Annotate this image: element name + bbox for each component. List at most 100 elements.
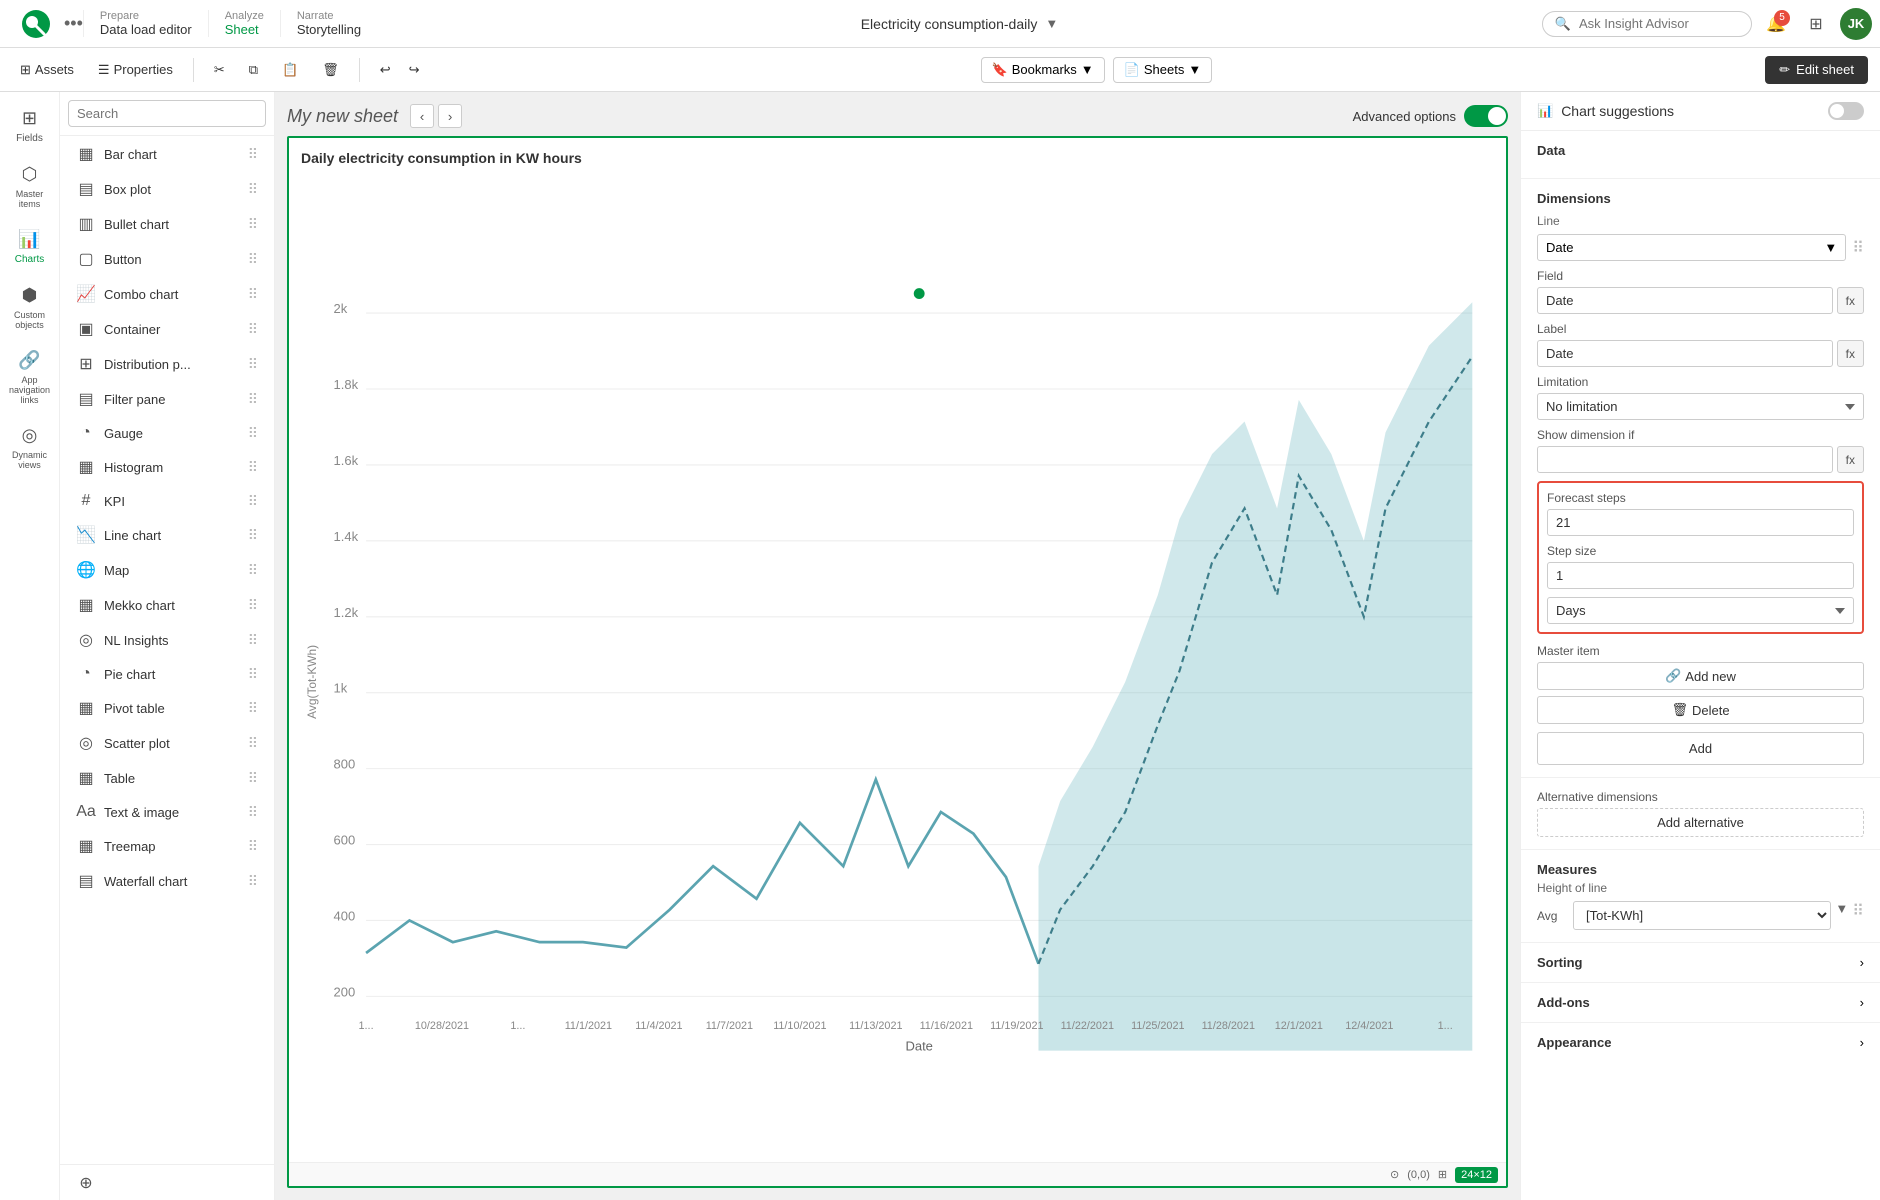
drag-handle-icon[interactable]: ⠿ [248,321,258,338]
chart-item-mekko-chart[interactable]: ▦ Mekko chart ⠿ [64,588,270,622]
chart-item-scatter-plot[interactable]: ◎ Scatter plot ⠿ [64,726,270,760]
bookmarks-button[interactable]: 🔖 Bookmarks ▼ [981,57,1105,83]
drag-handle-icon[interactable]: ⠿ [248,700,258,717]
next-sheet-button[interactable]: › [438,104,462,128]
drag-handle-icon[interactable]: ⠿ [248,632,258,649]
drag-handle-icon[interactable]: ⠿ [248,527,258,544]
chart-item-button[interactable]: ▢ Button ⠿ [64,242,270,276]
drag-handle-icon[interactable]: ⠿ [248,425,258,442]
app-title-dropdown-icon[interactable]: ▼ [1045,16,1058,31]
sidebar-item-charts[interactable]: 📊 Charts [4,221,56,273]
qlik-logo[interactable] [8,8,64,40]
chart-item-line-chart[interactable]: 📉 Line chart ⠿ [64,518,270,552]
drag-handle-icon[interactable]: ⠿ [248,597,258,614]
drag-handle-icon[interactable]: ⠿ [248,391,258,408]
drag-handle-icon[interactable]: ⠿ [248,770,258,787]
sidebar-item-dynamic-views[interactable]: ◎ Dynamic views [4,417,56,478]
charts-search-input[interactable] [68,100,266,127]
add-alternative-button[interactable]: Add alternative [1537,808,1864,837]
field-fx-button[interactable]: fx [1837,287,1864,314]
chart-item-filter-pane[interactable]: ▤ Filter pane ⠿ [64,382,270,416]
previous-sheet-button[interactable]: ‹ [410,104,434,128]
user-avatar[interactable]: JK [1840,8,1872,40]
delete-button[interactable]: 🗑 [314,58,347,82]
chart-item-waterfall-chart[interactable]: ▤ Waterfall chart ⠿ [64,864,270,898]
chart-item-kpi[interactable]: # KPI ⠿ [64,485,270,517]
measure-field-select[interactable]: [Tot-KWh] [1573,901,1831,930]
show-dimension-fx-button[interactable]: fx [1837,446,1864,473]
dimension-dropdown[interactable]: Date ▼ [1537,234,1846,261]
sheets-button[interactable]: 📄 Sheets ▼ [1113,57,1213,83]
measure-drag-handle[interactable]: ⠿ [1852,901,1864,930]
sidebar-item-custom-objects[interactable]: ⬢ Custom objects [4,277,56,338]
drag-handle-icon[interactable]: ⠿ [248,666,258,683]
add-sheet-icon[interactable]: ⊕ [72,1169,100,1197]
chart-item-pivot-table[interactable]: ▦ Pivot table ⠿ [64,691,270,725]
label-input[interactable] [1537,340,1833,367]
more-options-icon[interactable]: ••• [64,13,83,34]
sorting-collapsible[interactable]: Sorting › [1537,955,1864,970]
cut-button[interactable]: ✂ [206,58,233,82]
drag-handle-icon[interactable]: ⠿ [248,286,258,303]
drag-handle-icon[interactable]: ⠿ [248,873,258,890]
chart-item-nl-insights[interactable]: ◎ NL Insights ⠿ [64,623,270,657]
drag-handle-icon[interactable]: ⠿ [248,251,258,268]
paste-button[interactable]: 📋 [274,58,306,82]
chart-item-box-plot[interactable]: ▤ Box plot ⠿ [64,172,270,206]
nav-narrate[interactable]: Narrate Storytelling [280,10,377,37]
chart-suggestions-toggle[interactable] [1828,102,1864,120]
chart-item-bullet-chart[interactable]: ▥ Bullet chart ⠿ [64,207,270,241]
add-new-master-item-button[interactable]: 🔗 Add new [1537,662,1864,690]
dimension-drag-handle[interactable]: ⠿ [1852,238,1864,258]
advanced-options-toggle[interactable] [1464,105,1508,127]
chart-item-bar-chart[interactable]: ▦ Bar chart ⠿ [64,137,270,171]
chart-item-table[interactable]: ▦ Table ⠿ [64,761,270,795]
addons-collapsible[interactable]: Add-ons › [1537,995,1864,1010]
insight-advisor-input[interactable] [1579,16,1739,31]
show-dimension-input[interactable] [1537,446,1833,473]
nav-prepare[interactable]: Prepare Data load editor [83,10,208,37]
label-fx-button[interactable]: fx [1837,340,1864,367]
copy-button[interactable]: ⧉ [241,58,266,82]
sidebar-item-fields[interactable]: ⊞ Fields [4,100,56,152]
chart-item-gauge[interactable]: ◔ Gauge ⠿ [64,417,270,449]
fields-icon: ⊞ [22,108,37,129]
step-size-input[interactable] [1547,562,1854,589]
sidebar-item-master-items[interactable]: ⬡ Master items [4,156,56,217]
chart-item-treemap[interactable]: ▦ Treemap ⠿ [64,829,270,863]
drag-handle-icon[interactable]: ⠿ [248,459,258,476]
drag-handle-icon[interactable]: ⠿ [248,216,258,233]
grid-menu-button[interactable]: ⊞ [1800,8,1832,40]
chart-item-container[interactable]: ▣ Container ⠿ [64,312,270,346]
drag-handle-icon[interactable]: ⠿ [248,735,258,752]
drag-handle-icon[interactable]: ⠿ [248,804,258,821]
drag-handle-icon[interactable]: ⠿ [248,493,258,510]
redo-button[interactable]: ↪ [401,58,428,82]
undo-button[interactable]: ↩ [372,58,399,82]
field-input[interactable] [1537,287,1833,314]
chart-item-distribution-plot[interactable]: ⊞ Distribution p... ⠿ [64,347,270,381]
days-select[interactable]: Days [1547,597,1854,624]
assets-button[interactable]: ⊞ Assets [12,58,82,82]
drag-handle-icon[interactable]: ⠿ [248,838,258,855]
forecast-steps-input[interactable] [1547,509,1854,536]
add-dimension-button[interactable]: Add [1537,732,1864,765]
chart-item-map[interactable]: 🌐 Map ⠿ [64,553,270,587]
notifications-button[interactable]: 🔔 5 [1760,8,1792,40]
properties-button[interactable]: ☰ Properties [90,58,181,82]
appearance-collapsible[interactable]: Appearance › [1537,1035,1864,1050]
chart-item-histogram[interactable]: ▦ Histogram ⠿ [64,450,270,484]
chart-item-text-image[interactable]: Aa Text & image ⠿ [64,796,270,828]
sidebar-item-app-navigation[interactable]: 🔗 App navigation links [4,342,56,413]
edit-sheet-button[interactable]: ✏ Edit sheet [1765,56,1868,84]
chart-item-pie-chart[interactable]: ◔ Pie chart ⠿ [64,658,270,690]
drag-handle-icon[interactable]: ⠿ [248,562,258,579]
limitation-select[interactable]: No limitation [1537,393,1864,420]
nav-analyze[interactable]: Analyze Sheet [208,10,280,37]
chart-item-combo-chart[interactable]: 📈 Combo chart ⠿ [64,277,270,311]
drag-handle-icon[interactable]: ⠿ [248,356,258,373]
drag-handle-icon[interactable]: ⠿ [248,146,258,163]
drag-handle-icon[interactable]: ⠿ [248,181,258,198]
delete-dimension-button[interactable]: 🗑 Delete [1537,696,1864,724]
insight-advisor-search[interactable]: 🔍 [1542,11,1752,37]
